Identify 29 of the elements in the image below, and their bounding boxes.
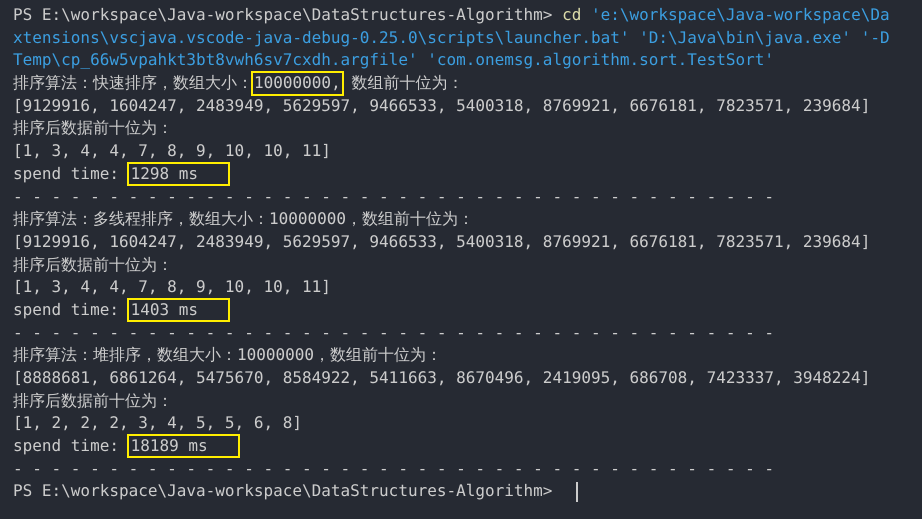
terminal-text: [1, 2, 2, 2, 3, 4, 5, 5, 6, 8]	[13, 413, 302, 432]
terminal-text: 排序算法：堆排序，数组大小：10000000，数组前十位为：	[13, 345, 442, 364]
terminal-text: 排序算法：快速排序，数组大小：	[13, 73, 253, 92]
highlighted-value: 18189 ms	[128, 436, 238, 456]
terminal-text: 排序后数据前十位为：	[13, 390, 173, 410]
command-text: cd	[562, 5, 582, 24]
highlighted-value: 1403 ms	[128, 300, 228, 320]
argument-text: Temp\cp_66w5vpahkt3bt8vwh6sv7cxdh.argfile' 'com.onemsg.algorithm.sort.TestSort'	[13, 50, 774, 70]
terminal-text: spend time:	[13, 436, 120, 456]
argument-text: 'e:\workspace\Java-workspace\Da	[590, 5, 890, 24]
terminal-text: spend time:	[13, 300, 120, 319]
terminal-text: 排序后数据前十位为：	[13, 254, 173, 274]
argument-text: xtensions\vscjava.vscode-java-debug-0.25.0\scripts\launcher.bat' 'D:\Java\bin\java.exe' '-D	[13, 28, 890, 47]
highlighted-value: 1298 ms	[128, 164, 228, 184]
separator-line: - - - - - - - - - - - - - - - - - - - - - - - - - - - - - - - - - - - - - - - -	[13, 322, 774, 342]
separator-line: - - - - - - - - - - - - - - - - - - - - - - - - - - - - - - - - - - - - - - - -	[13, 186, 774, 206]
terminal-text: [9129916, 1604247, 2483949, 5629597, 9466533, 5400318, 8769921, 6676181, 7823571, 239684]	[13, 96, 870, 115]
terminal-text: PS E:\workspace\Java-workspace\DataStructures-Algorithm>	[13, 5, 554, 24]
separator-line: - - - - - - - - - - - - - - - - - - - - - - - - - - - - - - - - - - - - - - - -	[13, 458, 774, 478]
terminal-text: 排序后数据前十位为：	[13, 118, 173, 138]
terminal-text: [9129916, 1604247, 2483949, 5629597, 9466533, 5400318, 8769921, 6676181, 7823571, 239684]	[13, 232, 870, 251]
terminal-text: spend time:	[13, 164, 120, 183]
terminal-text: [1, 3, 4, 4, 7, 8, 9, 10, 10, 11]	[13, 277, 331, 296]
terminal-text: [8888681, 6861264, 5475670, 8584922, 5411663, 8670496, 2419095, 686708, 7423337, 3948224]	[13, 368, 870, 387]
terminal-text: 排序算法：多线程排序，数组大小：10000000，数组前十位为：	[13, 209, 474, 228]
terminal-text: 数组前十位为：	[350, 73, 464, 92]
highlighted-value: 10000000,	[253, 73, 342, 94]
terminal-text: PS E:\workspace\Java-workspace\DataStructures-Algorithm>	[13, 481, 554, 500]
terminal-text: [1, 3, 4, 4, 7, 8, 9, 10, 10, 11]	[13, 141, 331, 160]
